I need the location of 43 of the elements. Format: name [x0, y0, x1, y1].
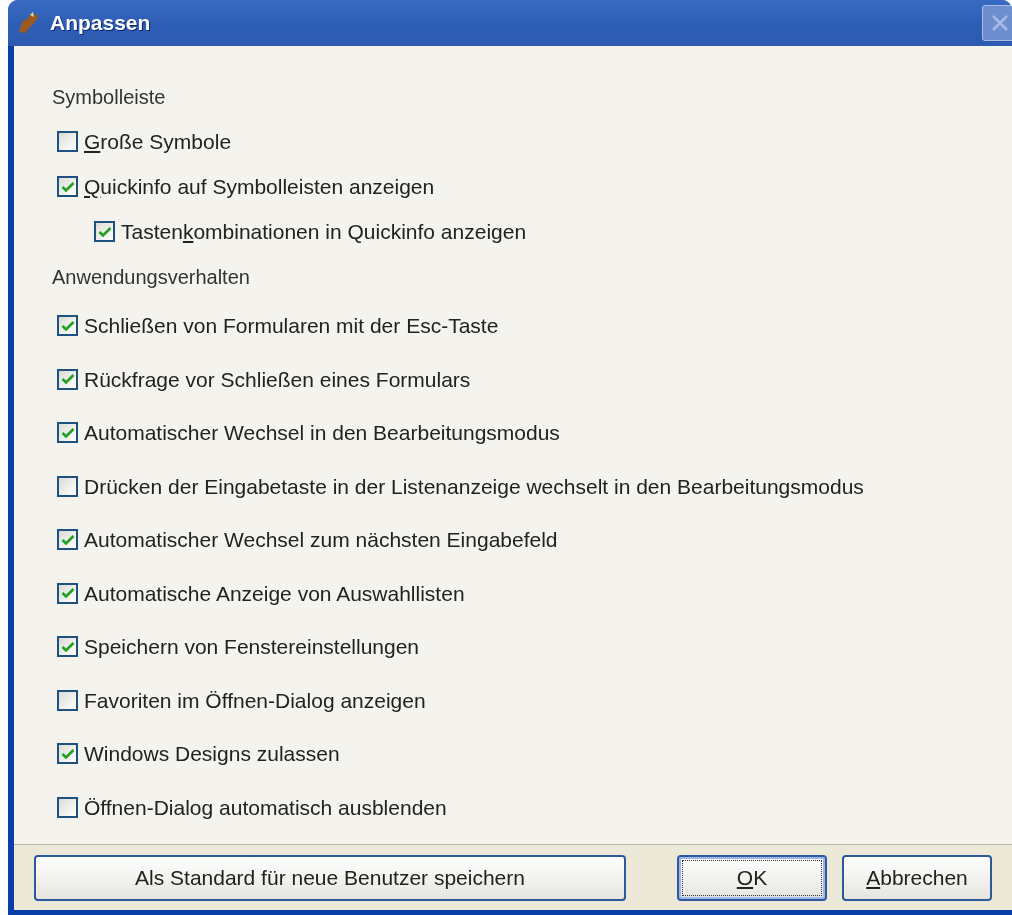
- close-icon: [991, 14, 1009, 32]
- checkbox[interactable]: [57, 529, 78, 551]
- checkbox-label[interactable]: Automatischer Wechsel in den Bearbeitungsmodus: [84, 417, 560, 449]
- checkbox[interactable]: [57, 743, 78, 765]
- checkmark-icon: [60, 533, 75, 546]
- checkbox[interactable]: [57, 475, 78, 497]
- checkmark-icon: [60, 180, 75, 193]
- checkbox[interactable]: [57, 636, 78, 658]
- checkbox-label[interactable]: Automatische Anzeige von Auswahllisten: [84, 577, 465, 609]
- checkbox[interactable]: [57, 582, 78, 604]
- section-heading: Symbolleiste: [52, 84, 166, 110]
- checkmark-icon: [60, 640, 75, 653]
- app-icon: [16, 10, 42, 36]
- dialog-button[interactable]: Abbrechen: [842, 854, 992, 901]
- checkmark-icon: [60, 373, 75, 386]
- checkbox-label[interactable]: Drücken der Eingabetaste in der Listenanzeige wechselt in den Bearbeitungsmodus: [84, 470, 864, 502]
- checkbox[interactable]: [57, 689, 78, 711]
- checkmark-icon: [60, 747, 75, 760]
- checkbox-label[interactable]: Schließen von Formularen mit der Esc-Taste: [84, 310, 499, 342]
- checkbox-label[interactable]: Öffnen-Dialog automatisch ausblenden: [84, 791, 447, 823]
- checkbox-label[interactable]: Tastenkombinationen in Quickinfo anzeigen: [121, 215, 527, 248]
- checkbox-label[interactable]: Favoriten im Öffnen-Dialog anzeigen: [84, 684, 426, 716]
- checkbox-label[interactable]: Quickinfo auf Symbolleisten anzeigen: [84, 170, 435, 203]
- save-default-button[interactable]: Als Standard für neue Benutzer speichern: [34, 854, 626, 901]
- checkbox[interactable]: [57, 796, 78, 818]
- checkmark-icon: [97, 225, 112, 238]
- checkbox-label[interactable]: Große Symbole: [84, 125, 232, 158]
- checkbox[interactable]: [57, 368, 78, 390]
- checkbox[interactable]: [94, 221, 115, 242]
- checkbox[interactable]: [57, 131, 78, 152]
- checkbox[interactable]: [57, 176, 78, 197]
- window-title: Anpassen: [50, 10, 151, 37]
- checkbox[interactable]: [57, 315, 78, 337]
- checkmark-icon: [60, 319, 75, 332]
- checkbox[interactable]: [57, 422, 78, 444]
- section-heading: Anwendungsverhalten: [52, 264, 250, 290]
- checkbox-label[interactable]: Windows Designs zulassen: [84, 738, 340, 770]
- checkbox-label[interactable]: Rückfrage vor Schließen eines Formulars: [84, 363, 471, 395]
- dialog-button[interactable]: OK: [677, 854, 827, 901]
- checkbox-label[interactable]: Speichern von Fenstereinstellungen: [84, 631, 420, 663]
- checkmark-icon: [60, 426, 75, 439]
- checkmark-icon: [60, 587, 75, 600]
- checkbox-label[interactable]: Automatischer Wechsel zum nächsten Eingabefeld: [84, 524, 558, 556]
